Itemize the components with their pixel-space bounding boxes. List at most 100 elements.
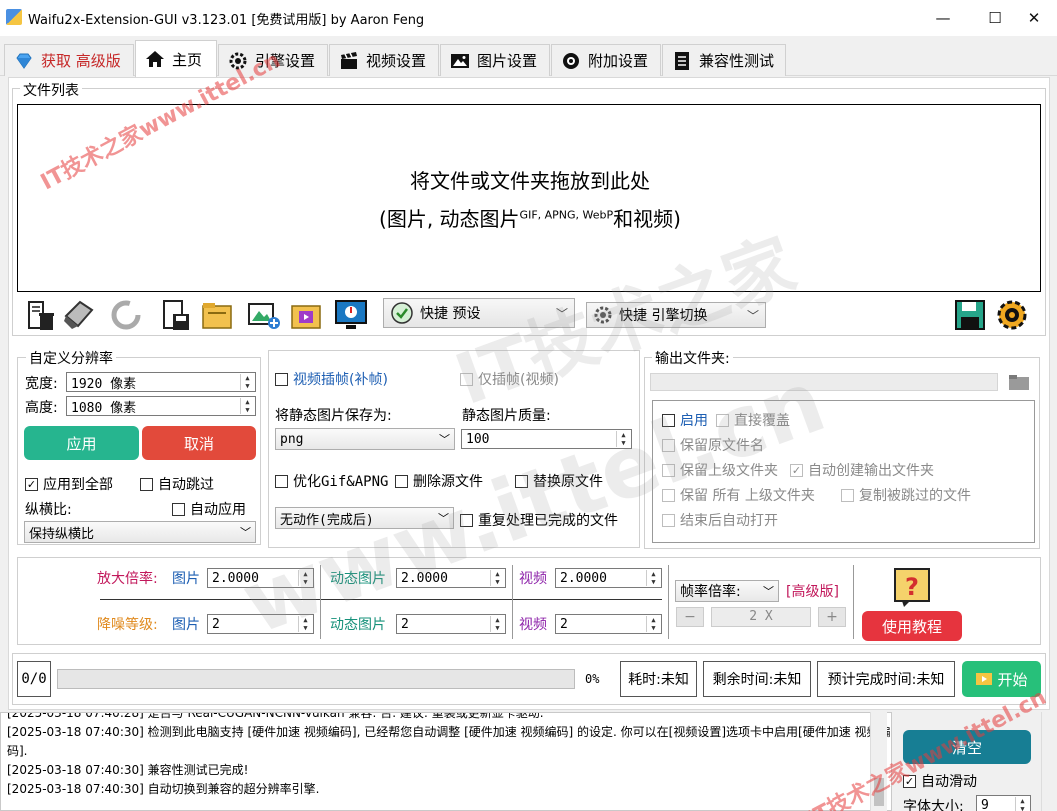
chevron-down-icon: ﹀ [746,308,759,323]
overwrite-checkbox[interactable]: 直接覆盖 [716,410,790,430]
window-title: Waifu2x-Extension-GUI v3.123.01 [免费试用版] … [28,13,425,28]
height-spinbox[interactable]: 1080 像素 ▲ ▼ [66,396,256,416]
fps-minus-button[interactable]: − [676,607,704,627]
tab-image-settings[interactable]: 图片设置 [440,44,550,76]
picture-icon [449,50,471,72]
aspect-ratio-label: 纵横比: [25,502,72,518]
fps-ratio-select[interactable]: 帧率倍率: ﹀ [675,580,779,602]
close-button[interactable]: ✕ [1011,0,1057,36]
width-spinbox[interactable]: 1920 像素 ▲ ▼ [66,372,256,392]
after-complete-action-select[interactable]: 无动作(完成后) ﹀ [275,507,454,529]
chevron-down-icon: ﹀ [763,585,774,598]
aspect-ratio-select[interactable]: 保持纵横比 ﹀ [24,521,256,543]
refresh-button[interactable] [108,297,144,333]
enable-output-checkbox[interactable]: 启用 [662,410,708,430]
quick-preset-dropdown[interactable]: 快捷 预设 ﹀ [383,298,575,328]
log-output[interactable]: [2025-03-18 07:40:28] 是否与 Real-CUGAN-NCN… [0,712,892,811]
denoise-label: 降噪等级: [97,617,158,633]
keep-parent-folder-checkbox[interactable]: 保留上级文件夹 [662,460,778,480]
scale-video-label: 视频 [519,571,547,587]
scale-image-spinbox[interactable]: 2.0000 ▲ ▼ [207,568,314,588]
tutorial-button[interactable]: 使用教程 [862,611,962,641]
denoise-anim-spinbox[interactable]: 2 ▲ ▼ [396,614,506,634]
output-folder-path-input[interactable] [650,373,998,391]
save-icon [955,300,985,330]
fps-plus-button[interactable]: + [818,607,846,627]
progress-bar [57,669,575,689]
checkbox-checked-icon: ✓ [25,477,38,491]
video-folder-icon [291,305,321,329]
optimize-gif-checkbox[interactable]: 优化Gif&APNG [275,471,388,491]
drop-zone-text: 将文件或文件夹拖放到此处 [410,169,650,193]
remaining-time: 剩余时间:未知 [703,661,811,697]
tab-additional-settings[interactable]: 附加设置 [551,44,661,76]
copy-skipped-checkbox[interactable]: 复制被跳过的文件 [841,485,971,505]
scale-anim-spinbox[interactable]: 2.0000 ▲ ▼ [396,568,506,588]
tab-get-premium[interactable]: 获取 高级版 [4,44,134,76]
divider [320,565,321,639]
clear-log-button[interactable]: 清空 [903,730,1031,764]
log-line: [2025-03-18 07:40:30] 自动切换到兼容的超分辨率引擎. [7,782,320,796]
load-list-button[interactable] [158,297,194,333]
apply-resolution-button[interactable]: 应用 [24,426,139,460]
monitor-button[interactable] [333,297,369,333]
drop-zone[interactable]: 将文件或文件夹拖放到此处 (图片, 动态图片GIF, APNG, WebP和视频… [17,104,1041,292]
estimated-finish-time: 预计完成时间:未知 [817,661,955,697]
app-icon [6,9,22,25]
delete-source-checkbox[interactable]: 删除源文件 [395,471,483,491]
quick-engine-dropdown[interactable]: 快捷 引擎切换 ﹀ [586,302,766,328]
clapperboard-icon [338,50,360,72]
clear-list-button[interactable] [61,297,97,333]
elapsed-time: 耗时:未知 [620,661,697,697]
image-quality-spinbox[interactable]: 100 ▲ ▼ [461,429,632,449]
remove-item-button[interactable] [22,297,58,333]
tab-video-settings[interactable]: 视频设置 [329,44,439,76]
scale-video-spinbox[interactable]: 2.0000 ▲ ▼ [555,568,662,588]
replace-source-checkbox[interactable]: 替换原文件 [515,471,603,491]
divider [853,565,854,639]
reprocess-finished-checkbox[interactable]: 重复处理已完成的文件 [460,510,618,530]
tab-engine-settings[interactable]: 引擎设置 [218,44,328,76]
diamond-icon [13,50,35,72]
fps-ratio-value: 2 X [711,607,811,627]
denoise-video-spinbox[interactable]: 2 ▲ ▼ [555,614,662,634]
minimize-button[interactable]: — [920,0,966,36]
auto-apply-checkbox[interactable]: 自动应用 [172,499,246,519]
panel-scrollbar[interactable] [1041,712,1057,811]
chevron-down-icon: ﹀ [240,526,251,539]
height-label: 高度: [25,400,58,416]
scrollbar-thumb[interactable] [874,778,884,806]
keep-all-parent-folders-checkbox[interactable]: 保留 所有 上级文件夹 [662,485,815,505]
add-video-button[interactable] [288,297,324,333]
refresh-icon [111,300,141,330]
video-interpolation-checkbox[interactable]: 视频插帧(补帧) [275,369,388,389]
auto-open-checkbox[interactable]: 结束后自动打开 [662,510,778,530]
denoise-image-spinbox[interactable]: 2 ▲ ▼ [207,614,314,634]
auto-create-folder-checkbox[interactable]: ✓ 自动创建输出文件夹 [790,460,934,480]
start-button[interactable]: 开始 [962,661,1041,697]
open-folder-button[interactable] [199,297,235,333]
scale-label: 放大倍率: [97,571,158,587]
drop-zone-subtext: (图片, 动态图片GIF, APNG, WebP和视频) [379,207,681,231]
font-size-spinbox[interactable]: 9 ▲ ▼ [976,795,1031,811]
settings-button[interactable] [994,297,1030,333]
log-scrollbar[interactable] [870,712,887,811]
cancel-resolution-button[interactable]: 取消 [142,426,256,460]
divider [512,565,513,639]
engine-icon [227,50,249,72]
width-label: 宽度: [25,376,58,392]
keep-filename-checkbox[interactable]: 保留原文件名 [662,435,764,455]
interpolation-only-checkbox[interactable]: 仅插帧(视频) [460,369,559,389]
tab-compatibility-test[interactable]: 兼容性测试 [662,44,786,76]
scale-anim-label: 动态图片 [330,571,386,587]
save-settings-button[interactable] [952,297,988,333]
checklist-icon [671,50,693,72]
auto-scroll-checkbox[interactable]: ✓ 自动滑动 [903,771,977,791]
folder-icon [202,303,232,329]
tab-home[interactable]: 主页 [135,40,217,77]
image-format-select[interactable]: png ﹀ [275,428,455,450]
apply-to-all-checkbox[interactable]: ✓ 应用到全部 [25,474,113,494]
auto-skip-checkbox[interactable]: 自动跳过 [140,474,214,494]
browse-folder-icon[interactable] [1008,372,1030,392]
add-image-button[interactable] [246,297,282,333]
